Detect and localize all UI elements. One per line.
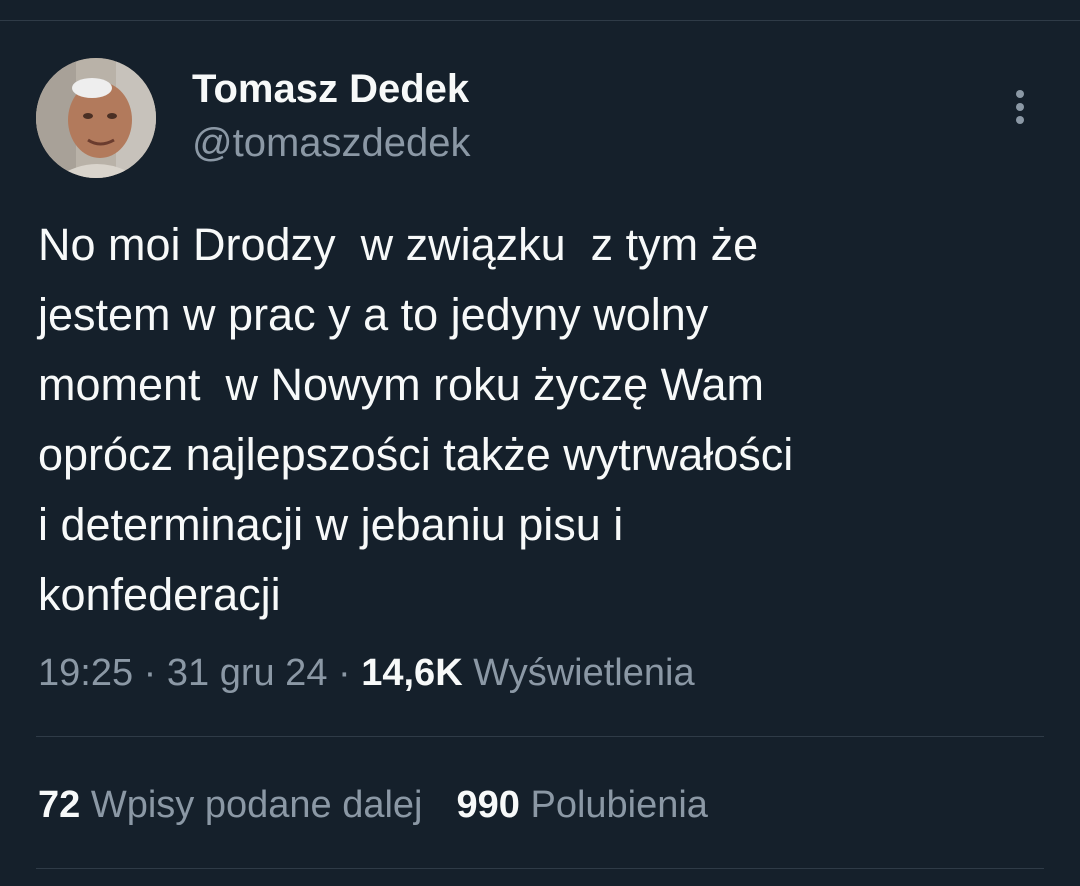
divider (36, 868, 1044, 869)
tweet-text-line: moment w Nowym roku życzę Wam (38, 359, 764, 410)
reposts-label: Wpisy podane dalej (90, 784, 423, 826)
tweet-text: No moi Drodzy w związku z tym że jestem … (38, 210, 1048, 630)
author-display-name[interactable]: Tomasz Dedek (192, 66, 469, 112)
tweet-time[interactable]: 19:25 (38, 652, 133, 694)
more-vertical-icon (1016, 90, 1024, 98)
divider (36, 736, 1044, 737)
reposts-count: 72 (38, 784, 81, 826)
tweet-text-line: jestem w prac y a to jedyny wolny (38, 289, 709, 340)
more-vertical-icon-dot (1016, 116, 1024, 124)
views-label[interactable]: Wyświetlenia (473, 652, 694, 694)
tweet-text-line: i determinacji w jebaniu pisu i (38, 499, 624, 550)
views-count[interactable]: 14,6K (361, 652, 462, 694)
more-vertical-icon-dot (1016, 103, 1024, 111)
tweet-text-line: oprócz najlepszości także wytrwałości (38, 429, 794, 480)
more-options-button[interactable] (1000, 82, 1040, 132)
avatar[interactable] (36, 58, 156, 178)
likes-count: 990 (456, 784, 520, 826)
likes-stat[interactable]: 990 Polubienia (457, 784, 708, 826)
author-handle[interactable]: @tomaszdedek (192, 120, 471, 166)
avatar-photo (36, 58, 156, 178)
tweet-meta: 19:25 · 31 gru 24 · 14,6K Wyświetlenia (38, 648, 695, 698)
tweet-stats: 72 Wpisy podane dalej 990 Polubienia (38, 780, 708, 830)
tweet-date[interactable]: 31 gru 24 (167, 652, 328, 694)
tweet-text-line: konfederacji (38, 569, 281, 620)
meta-separator: · (327, 652, 362, 694)
likes-label: Polubienia (530, 784, 708, 826)
reposts-stat[interactable]: 72 Wpisy podane dalej (38, 784, 423, 826)
meta-separator: · (133, 652, 167, 694)
top-divider (0, 20, 1080, 21)
tweet-text-line: No moi Drodzy w związku z tym że (38, 219, 759, 270)
